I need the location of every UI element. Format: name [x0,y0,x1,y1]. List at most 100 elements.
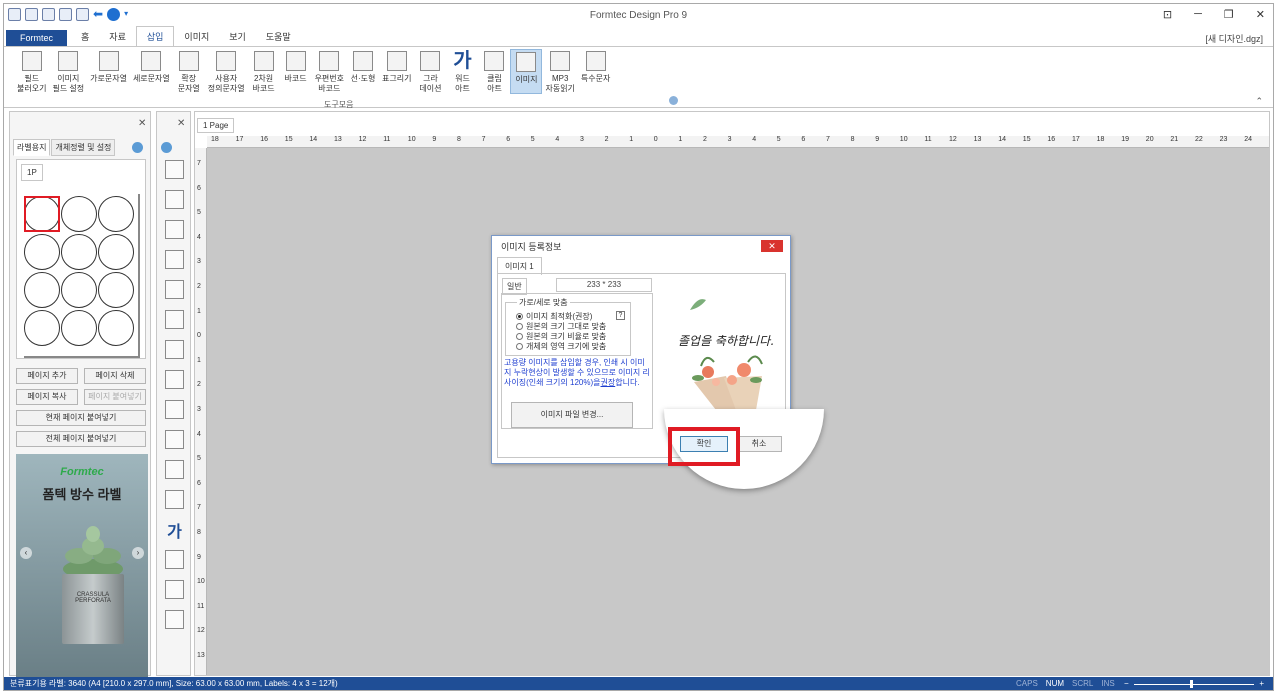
tab-label-paper[interactable]: 라벨용지 [13,139,51,156]
ribbon-button-barcode[interactable]: 바코드 [280,49,312,94]
zoom-slider[interactable]: − + [1124,677,1264,690]
label-cell[interactable] [61,272,97,308]
ad-prev-icon[interactable]: ‹ [20,547,32,559]
tool-postal-barcode-icon[interactable] [165,400,184,419]
tool-vertical-text-icon[interactable] [165,250,184,269]
minimize-button[interactable]: ─ [1194,8,1202,21]
radio-icon[interactable] [516,343,523,350]
ribbon-button-vertical-text[interactable]: 세로문자열 [130,49,173,94]
ruler-tick-label: 19 [1121,136,1129,143]
label-cell[interactable] [98,272,134,308]
label-cell[interactable] [24,272,60,308]
change-image-file-button[interactable]: 이미지 파일 변경... [511,402,633,428]
document-name: [새 디자인.dgz] [1205,34,1263,44]
label-cell[interactable] [61,196,97,232]
delete-page-button[interactable]: 페이지 삭제 [84,368,146,384]
tool-image-icon[interactable] [165,580,184,599]
ribbon-button-table[interactable]: 표그리기 [379,49,414,94]
label-cell[interactable] [61,310,97,346]
radio-icon[interactable] [516,323,523,330]
tab-image[interactable]: 이미지 [174,27,219,46]
paste-all-pages-button[interactable]: 전체 페이지 붙여넣기 [16,431,146,447]
play-icon[interactable] [161,142,172,153]
tool-custom-text-icon[interactable] [165,310,184,329]
ribbon-button-image-field[interactable]: 이미지 필드 설정 [49,49,87,94]
ribbon-button-gradient[interactable]: 그라 데이션 [414,49,446,94]
label-cell[interactable] [98,310,134,346]
cancel-button-zoomed[interactable]: 취소 [736,436,782,452]
zoom-thumb[interactable] [1190,680,1193,688]
ribbon-button-shape[interactable]: 선·도형 [347,49,379,94]
ribbon-button-qr-code[interactable]: 2차원 바코드 [248,49,280,94]
tab-home[interactable]: 홈 [71,27,99,46]
ribbon-button-field-load[interactable]: 필드 불러오기 [14,49,49,94]
add-page-button[interactable]: 페이지 추가 [16,368,78,384]
close-panel-icon[interactable]: ✕ [138,118,146,129]
ribbon-button-special-char[interactable]: 특수문자 [578,49,613,94]
page-tab[interactable]: 1P [21,164,43,181]
label-cell[interactable] [98,196,134,232]
tool-wordart-icon[interactable]: 가 [165,520,184,541]
tool-qr-code-icon[interactable] [165,340,184,359]
ribbon-button-horizontal-text[interactable]: 가로문자열 [87,49,130,94]
ribbon-button-label: 필드 불러오기 [17,74,47,93]
label-cell[interactable] [24,234,60,270]
collapse-ribbon-icon[interactable]: ⌃ [1255,96,1263,107]
ruler-tick-label: 2 [197,283,201,290]
paste-current-page-button[interactable]: 현재 페이지 붙여넣기 [16,410,146,426]
restore-button[interactable]: ❐ [1224,8,1234,21]
ribbon-button-extended-text[interactable]: 확장 문자열 [173,49,205,94]
play-icon[interactable] [132,142,143,153]
group-launcher-icon[interactable] [669,96,678,105]
status-bar: 분류표기용 라벨: 3640 (A4 [210.0 x 297.0 mm], S… [4,677,1273,690]
tab-formtec[interactable]: Formtec [6,30,68,46]
label-cell[interactable] [98,234,134,270]
tool-shape-icon[interactable] [165,430,184,449]
zoom-out-icon[interactable]: − [1124,677,1129,690]
ad-next-icon[interactable]: › [132,547,144,559]
tool-clipart-icon[interactable] [165,550,184,569]
selected-label[interactable] [24,196,60,232]
tool-extended-text-icon[interactable] [165,280,184,299]
ad-banner[interactable]: Formtec 폼텍 방수 라벨 CRASSULA PERFORATA ‹ › [16,454,148,677]
help-button[interactable]: ? [616,311,625,320]
label-cell[interactable] [24,310,60,346]
option-object-area[interactable]: 개체의 영역 크기에 맞춤 [516,341,606,352]
radio-icon[interactable] [516,333,523,340]
ruler-tick-label: 4 [555,136,560,143]
status-text: 분류표기용 라벨: 3640 (A4 [210.0 x 297.0 mm], S… [10,679,338,688]
help-icon[interactable]: ⊡ [1163,8,1172,21]
tab-insert[interactable]: 삽입 [135,26,175,46]
ruler-tick-label: 6 [801,136,806,143]
tool-horizontal-text-icon[interactable] [165,220,184,239]
zoom-in-icon[interactable]: + [1259,677,1264,690]
tool-table-icon[interactable] [165,460,184,479]
radio-icon[interactable] [516,313,523,320]
ribbon-button-mp3[interactable]: MP3 자동읽기 [542,49,577,94]
tab-object-align[interactable]: 개체정렬 및 설정 [51,139,116,156]
ribbon-button-image[interactable]: 이미지 [510,49,543,94]
ruler-tick-label: 5 [776,136,781,143]
dialog-close-button[interactable]: ✕ [761,240,783,252]
tab-view[interactable]: 보기 [219,27,256,46]
tool-image-field-icon[interactable] [165,190,184,209]
tab-data[interactable]: 자료 [99,27,136,46]
close-tools-icon[interactable]: ✕ [177,118,185,129]
label-cell[interactable] [61,234,97,270]
caps-indicator: CAPS [1016,679,1038,688]
ribbon-button-clipart[interactable]: 클립 아트 [478,49,510,94]
close-button[interactable]: ✕ [1256,8,1265,21]
ribbon-button-custom-text[interactable]: 사용자 정의문자열 [205,49,248,94]
copy-page-button[interactable]: 페이지 복사 [16,389,78,405]
note-link[interactable]: 권장 [600,378,615,387]
tool-barcode-icon[interactable] [165,370,184,389]
tab-help[interactable]: 도움말 [256,27,301,46]
ribbon-button-wordart[interactable]: 가 워드 아트 [446,49,478,94]
tool-gradient-icon[interactable] [165,490,184,509]
page-tab-1[interactable]: 1 Page [197,118,235,133]
tool-mp3-icon[interactable] [165,610,184,629]
ruler-tick-label: 1 [197,356,201,364]
ribbon-button-postal-barcode[interactable]: 우편번호 바코드 [312,49,347,94]
tool-field-load-icon[interactable] [165,160,184,179]
vertical-text-icon [141,51,162,71]
